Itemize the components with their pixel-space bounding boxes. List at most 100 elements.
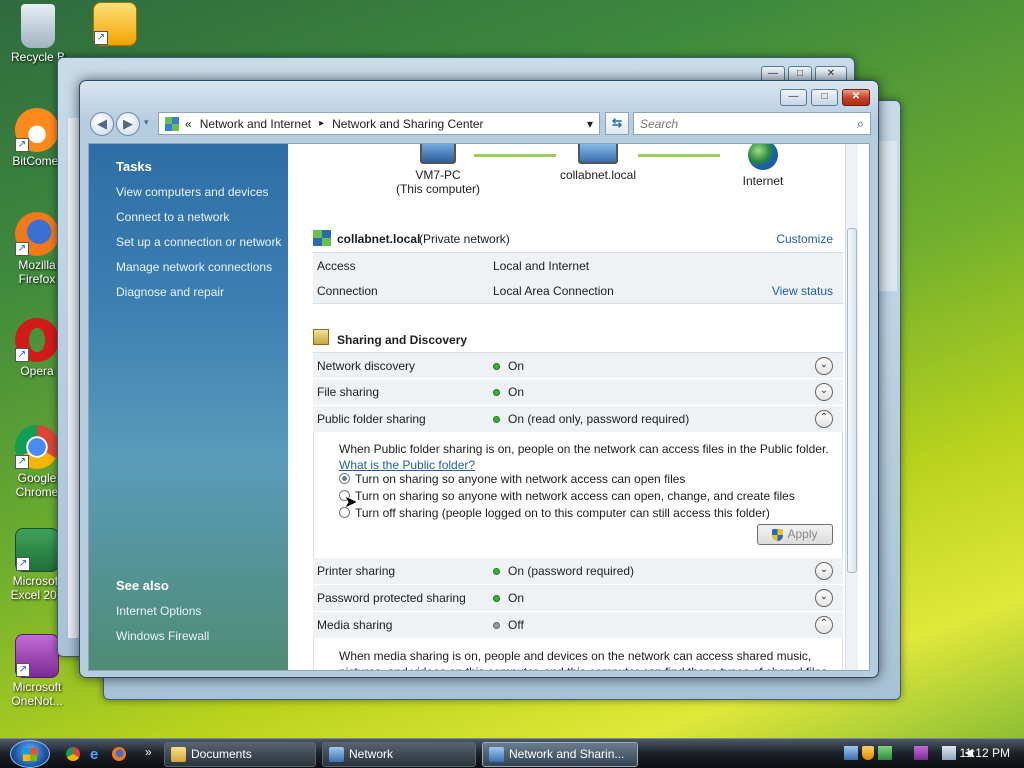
media-sharing-row[interactable]: Media sharing Off ⌃ xyxy=(313,612,843,638)
quicklaunch-ie-icon[interactable]: e xyxy=(90,746,98,763)
back-button[interactable]: ◀ xyxy=(90,112,114,136)
see-also-windows-firewall[interactable]: Windows Firewall xyxy=(116,629,209,643)
expand-chevron-icon[interactable]: ⌄ xyxy=(815,383,833,401)
public-folder-detail-panel: When Public folder sharing is on, people… xyxy=(313,432,843,559)
recycle-bin-icon xyxy=(21,4,55,48)
forward-button[interactable]: ▶ xyxy=(116,112,140,136)
start-button[interactable] xyxy=(10,740,50,768)
view-status-link[interactable]: View status xyxy=(772,284,833,298)
tray-network-icon[interactable] xyxy=(844,746,858,760)
expand-chevron-icon[interactable]: ⌄ xyxy=(815,356,833,375)
password-protected-sharing-label: Password protected sharing xyxy=(317,591,466,605)
radio-button[interactable] xyxy=(339,473,350,485)
recent-pages-dropdown[interactable]: ▾ xyxy=(144,117,149,128)
status-on-icon xyxy=(493,568,500,576)
desktop-icon-label: BitComet xyxy=(12,154,62,168)
desktop-icon-outlook[interactable]: ↗ xyxy=(80,2,150,48)
computer-name: VM7-PC xyxy=(415,168,461,182)
connection-label: Connection xyxy=(317,283,378,298)
customize-link[interactable]: Customize xyxy=(776,232,833,246)
task-diagnose-and-repair[interactable]: Diagnose and repair xyxy=(116,285,288,299)
sharing-header: Sharing and Discovery xyxy=(337,333,468,347)
shortcut-arrow-icon: ↗ xyxy=(15,242,29,256)
system-tray: ◄ 11:12 PM xyxy=(824,739,1024,768)
status-on-icon xyxy=(493,389,500,397)
public-folder-option-read[interactable]: Turn on sharing so anyone with network a… xyxy=(339,472,685,486)
minimize-button[interactable]: — xyxy=(780,89,807,106)
quicklaunch-more-button[interactable]: » xyxy=(145,745,152,759)
search-input[interactable] xyxy=(638,115,848,132)
tray-onenote-icon[interactable] xyxy=(914,746,928,760)
vertical-scrollbar[interactable] xyxy=(845,144,858,670)
scrollbar-thumb[interactable] xyxy=(847,228,857,573)
tray-app-icon[interactable] xyxy=(878,746,892,760)
file-sharing-status: On xyxy=(493,385,524,399)
search-box[interactable]: ⌕ xyxy=(633,112,871,135)
public-folder-sharing-row[interactable]: Public folder sharing On (read only, pas… xyxy=(313,406,843,432)
network-discovery-row[interactable]: Network discovery On ⌄ xyxy=(313,352,843,378)
sharing-header-row: Sharing and Discovery xyxy=(313,329,843,351)
network-icon xyxy=(578,144,618,164)
printer-sharing-status: On (password required) xyxy=(493,564,634,578)
computer-sub: (This computer) xyxy=(395,182,481,196)
address-bar[interactable]: « Network and Internet ▸ Network and Sha… xyxy=(158,112,600,135)
quicklaunch-chrome-icon[interactable] xyxy=(66,747,80,761)
collapse-chevron-icon[interactable]: ⌃ xyxy=(815,616,833,634)
desktop-icon-recycle-bin[interactable]: Recycle B xyxy=(3,4,73,64)
taskbar-button-network-sharing[interactable]: Network and Sharin... xyxy=(482,742,638,767)
address-dropdown-icon[interactable]: ▾ xyxy=(587,117,593,131)
address-overflow-chevron[interactable]: « xyxy=(185,117,192,131)
see-also-internet-options[interactable]: Internet Options xyxy=(116,604,209,618)
apply-button[interactable]: Apply xyxy=(757,524,833,545)
bitcomet-icon: ↗ xyxy=(15,108,59,152)
task-view-computers-and-devices[interactable]: View computers and devices xyxy=(116,185,288,199)
password-protected-sharing-status: On xyxy=(493,591,524,605)
printer-sharing-label: Printer sharing xyxy=(317,564,396,578)
shortcut-arrow-icon: ↗ xyxy=(16,557,30,571)
map-node-computer[interactable]: VM7-PC (This computer) xyxy=(383,144,493,196)
search-icon[interactable]: ⌕ xyxy=(857,116,864,132)
computer-icon xyxy=(420,144,456,164)
map-node-internet[interactable]: Internet xyxy=(708,144,818,188)
maximize-button[interactable]: □ xyxy=(811,89,838,106)
access-value: Local and Internet xyxy=(493,258,590,273)
tray-connection-icon[interactable] xyxy=(942,746,956,760)
file-sharing-row[interactable]: File sharing On ⌄ xyxy=(313,379,843,405)
excel-icon: ↗ xyxy=(15,528,59,572)
collapse-chevron-icon[interactable]: ⌃ xyxy=(815,410,833,428)
access-label: Access xyxy=(317,258,356,273)
expand-chevron-icon[interactable]: ⌄ xyxy=(815,589,833,607)
network-title-row: collabnet.local (Private network) Custom… xyxy=(313,229,843,251)
public-folder-help-link[interactable]: What is the Public folder? xyxy=(339,458,475,472)
public-folder-option-off[interactable]: Turn off sharing (people logged on to th… xyxy=(339,506,770,520)
network-sharing-center-window[interactable]: — □ ✕ ◀ ▶ ▾ « Network and Internet ▸ Net… xyxy=(79,80,879,678)
opera-icon: ↗ xyxy=(15,318,59,362)
clock[interactable]: 11:12 PM xyxy=(960,746,1010,760)
task-set-up-connection[interactable]: Set up a connection or network xyxy=(116,235,288,249)
chrome-icon: ↗ xyxy=(15,425,59,469)
password-protected-sharing-row[interactable]: Password protected sharing On ⌄ xyxy=(313,585,843,611)
quicklaunch-firefox-icon[interactable] xyxy=(112,747,126,761)
refresh-button[interactable]: ⇆ xyxy=(605,112,629,135)
taskbar-button-documents[interactable]: Documents xyxy=(164,742,316,767)
tasks-pane: Tasks View computers and devices Connect… xyxy=(89,144,288,670)
map-node-network[interactable]: collabnet.local xyxy=(543,144,653,182)
network-discovery-status: On xyxy=(493,359,524,373)
media-detail-panel: When media sharing is on, people and dev… xyxy=(313,638,843,670)
expand-chevron-icon[interactable]: ⌄ xyxy=(815,562,833,580)
printer-sharing-row[interactable]: Printer sharing On (password required) ⌄ xyxy=(313,558,843,584)
file-sharing-value: On xyxy=(508,385,525,399)
breadcrumb-network-and-internet[interactable]: Network and Internet xyxy=(200,117,311,131)
taskbar-button-network[interactable]: Network xyxy=(322,742,476,767)
task-manage-network-connections[interactable]: Manage network connections xyxy=(116,260,288,274)
public-folder-option-change[interactable]: Turn on sharing so anyone with network a… xyxy=(339,489,795,503)
option-label: Turn on sharing so anyone with network a… xyxy=(355,489,795,503)
task-connect-to-a-network[interactable]: Connect to a network xyxy=(116,210,288,224)
desktop-icon-label: Google Chrome xyxy=(15,471,59,499)
tray-security-icon[interactable] xyxy=(862,746,874,760)
close-button[interactable]: ✕ xyxy=(842,89,870,106)
connection-row: Connection Local Area Connection View st… xyxy=(313,278,843,304)
breadcrumb-network-and-sharing-center[interactable]: Network and Sharing Center xyxy=(332,117,483,131)
shortcut-arrow-icon: ↗ xyxy=(94,31,108,45)
breadcrumb-separator-icon[interactable]: ▸ xyxy=(319,118,324,129)
